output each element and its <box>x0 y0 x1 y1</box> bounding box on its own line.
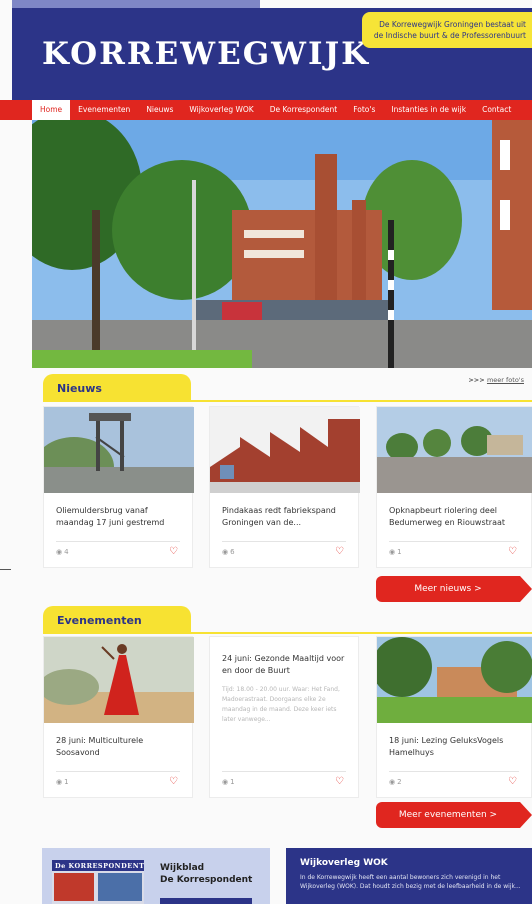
site-header: KORREWEGWIJK De Korrewegwijk Groningen b… <box>12 8 532 100</box>
site-logo[interactable]: KORREWEGWIJK <box>42 36 370 72</box>
news-card-image <box>377 407 532 493</box>
nav-item-instanties[interactable]: Instanties in de wijk <box>383 100 474 120</box>
card-separator <box>389 541 519 542</box>
more-events-button[interactable]: Meer evenementen > <box>376 802 532 828</box>
view-count-value: 6 <box>230 548 235 556</box>
wok-title[interactable]: Wijkoverleg WOK <box>300 858 532 868</box>
wok-block[interactable]: Wijkoverleg WOK In de Korrewegwijk heeft… <box>286 848 532 904</box>
news-card[interactable]: Pindakaas redt fabriekspand Groningen va… <box>209 406 360 568</box>
heart-icon[interactable]: ♡ <box>508 776 517 787</box>
more-photos-prefix: >>> <box>468 376 487 384</box>
news-card-title[interactable]: Opknapbeurt riolering deel Bedumerweg en… <box>389 505 517 529</box>
hero-image <box>32 120 532 368</box>
news-card-title[interactable]: Oliemuldersbrug vanaf maandag 17 juni ge… <box>56 505 184 529</box>
view-count: ◉ 1 <box>56 778 69 786</box>
view-count: ◉ 4 <box>56 548 69 556</box>
more-news-button[interactable]: Meer nieuws > <box>376 576 532 602</box>
news-card[interactable]: Opknapbeurt riolering deel Bedumerweg en… <box>376 406 532 568</box>
eye-icon: ◉ <box>56 778 63 786</box>
main-nav: Home Evenementen Nieuws Wijkoverleg WOK … <box>0 100 532 120</box>
event-card-title[interactable]: 18 juni: Lezing GeluksVogels Hamelhuys <box>389 735 517 759</box>
heart-icon[interactable]: ♡ <box>169 776 178 787</box>
nav-item-fotos[interactable]: Foto's <box>345 100 383 120</box>
magazine-cover-photo <box>52 871 144 904</box>
view-count: ◉ 2 <box>389 778 402 786</box>
eye-icon: ◉ <box>56 548 63 556</box>
view-count: ◉ 1 <box>389 548 402 556</box>
wok-description: In de Korrewegwijk heeft een aantal bewo… <box>300 874 521 890</box>
card-separator <box>222 541 346 542</box>
event-card-image <box>44 637 194 723</box>
event-card-title[interactable]: 24 juni: Gezonde Maaltijd voor en door d… <box>222 653 348 677</box>
event-card[interactable]: 24 juni: Gezonde Maaltijd voor en door d… <box>209 636 359 798</box>
magazine-block[interactable]: De KORRESPONDENT Wijkblad De Korresponden… <box>42 848 270 904</box>
heart-icon[interactable]: ♡ <box>169 546 178 557</box>
card-separator <box>389 771 519 772</box>
heart-icon[interactable]: ♡ <box>335 776 344 787</box>
side-mark <box>0 569 11 570</box>
eye-icon: ◉ <box>222 548 229 556</box>
heart-icon[interactable]: ♡ <box>508 546 517 557</box>
view-count-value: 4 <box>64 548 69 556</box>
magazine-title[interactable]: Wijkblad De Korrespondent <box>160 862 252 886</box>
nav-item-nieuws[interactable]: Nieuws <box>138 100 181 120</box>
header-tagline: De Korrewegwijk Groningen bestaat uit de… <box>362 12 532 48</box>
card-separator <box>56 541 180 542</box>
view-count: ◉ 6 <box>222 548 235 556</box>
magazine-title-line1: Wijkblad <box>160 863 205 873</box>
nav-item-korrespondent[interactable]: De Korrespondent <box>262 100 345 120</box>
nav-item-evenementen[interactable]: Evenementen <box>70 100 138 120</box>
view-count-value: 2 <box>397 778 402 786</box>
news-card-image <box>210 407 360 493</box>
nav-item-wijkoverleg[interactable]: Wijkoverleg WOK <box>181 100 261 120</box>
card-separator <box>222 771 346 772</box>
card-separator <box>56 771 180 772</box>
event-card[interactable]: 18 juni: Lezing GeluksVogels Hamelhuys ◉… <box>376 636 532 798</box>
magazine-button[interactable] <box>160 898 252 904</box>
event-card-image <box>377 637 532 723</box>
view-count-value: 1 <box>64 778 69 786</box>
news-card[interactable]: Oliemuldersbrug vanaf maandag 17 juni ge… <box>43 406 194 568</box>
hero-photo-graphic <box>32 120 532 368</box>
view-count-value: 1 <box>397 548 402 556</box>
news-section-tab: Nieuws <box>43 374 191 402</box>
nav-item-home[interactable]: Home <box>32 100 71 120</box>
magazine-title-line2: De Korrespondent <box>160 875 253 885</box>
more-photos-link[interactable]: >>> meer foto's <box>468 376 524 384</box>
event-card[interactable]: 28 juni: Multiculturele Soosavond ◉ 1 ♡ <box>43 636 194 798</box>
view-count: ◉ 1 <box>222 778 235 786</box>
eye-icon: ◉ <box>222 778 229 786</box>
heart-icon[interactable]: ♡ <box>335 546 344 557</box>
eye-icon: ◉ <box>389 778 396 786</box>
more-photos-link-text[interactable]: meer foto's <box>487 376 524 384</box>
events-section-line <box>43 632 532 634</box>
event-card-title[interactable]: 28 juni: Multiculturele Soosavond <box>56 735 184 759</box>
magazine-cover[interactable]: De KORRESPONDENT <box>52 860 144 904</box>
eye-icon: ◉ <box>389 548 396 556</box>
view-count-value: 1 <box>230 778 235 786</box>
events-section-tab: Evenementen <box>43 606 191 634</box>
event-card-excerpt: Tijd: 18.00 - 20.00 uur. Waar: Het Fand,… <box>222 686 340 723</box>
news-card-title[interactable]: Pindakaas redt fabriekspand Groningen va… <box>222 505 350 529</box>
magazine-cover-title: De KORRESPONDENT <box>52 860 144 871</box>
nav-item-contact[interactable]: Contact <box>474 100 519 120</box>
top-accent-strip <box>12 0 260 8</box>
news-section-line <box>43 400 532 402</box>
news-card-image <box>44 407 194 493</box>
